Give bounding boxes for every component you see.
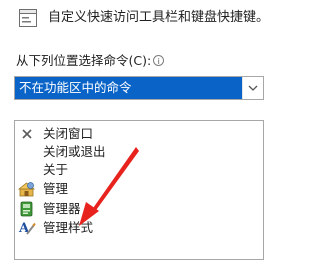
list-item[interactable]: 关于 [15,161,263,179]
list-item[interactable]: 管理 [15,180,263,198]
manager-icon [18,200,36,218]
list-item[interactable]: A 管理样式 [15,219,263,237]
manage-styles-icon: A [18,219,36,237]
list-item-label: 关闭或退出 [43,144,106,159]
commands-source-dropdown[interactable]: 不在功能区中的命令 [14,76,264,100]
choose-commands-label: 从下列位置选择命令(C): i [16,52,165,70]
choose-commands-label-text: 从下列位置选择命令(C): [16,53,152,68]
header-description: 自定义快速访问工具栏和键盘快捷键。 [48,10,270,25]
close-x-icon [18,125,36,143]
list-item-label: 关闭窗口 [43,126,94,141]
list-item-label: 管理器 [43,201,81,216]
list-item[interactable]: 关闭窗口 [15,125,263,143]
list-item-label: 管理样式 [43,220,94,235]
list-item[interactable]: 管理器 [15,200,263,218]
info-icon[interactable]: i [153,55,165,66]
manage-icon [17,180,36,198]
chevron-down-icon[interactable] [242,77,263,99]
list-item[interactable]: 关闭或退出 [15,143,263,161]
command-list[interactable]: 关闭窗口 关闭或退出 关于 管理 管理器 A 管理样式 [14,120,264,260]
customize-toolbar-icon [18,8,38,28]
list-item-label: 管理 [43,181,69,196]
commands-source-selected[interactable]: 不在功能区中的命令 [15,77,242,99]
list-item-label: 关于 [43,162,69,177]
